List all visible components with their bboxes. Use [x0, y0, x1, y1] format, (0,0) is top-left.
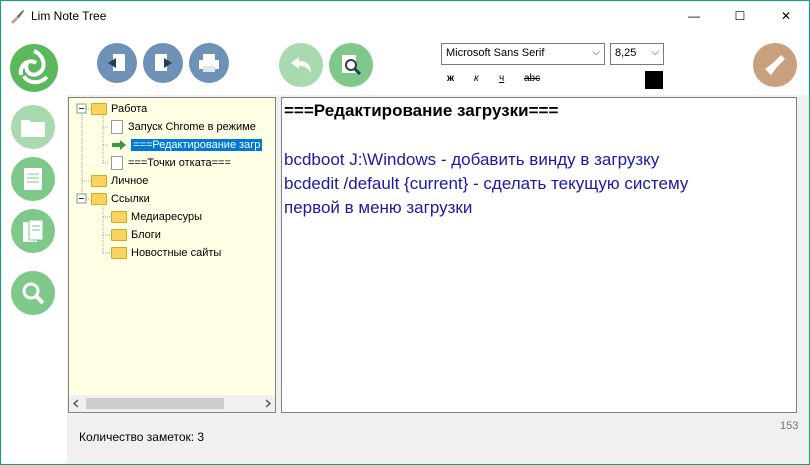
- editor-vertical-scrollbar[interactable]: [782, 98, 796, 412]
- notepad-icon: [24, 168, 42, 190]
- note-tree[interactable]: Работа Запуск Chrome в режиме ===Редакти…: [68, 97, 276, 413]
- scrollbar-thumb[interactable]: [86, 398, 224, 409]
- font-family-select[interactable]: Microsoft Sans Serif ⌵: [441, 43, 605, 65]
- editor-line: bcdboot J:\Windows - добавить винду в за…: [284, 150, 660, 169]
- tree-item-news[interactable]: Новостные сайты: [111, 244, 221, 262]
- tree-item-blogs[interactable]: Блоги: [111, 226, 161, 244]
- search-icon: [22, 282, 45, 305]
- left-sidebar: [1, 31, 67, 464]
- notes-list-button[interactable]: [11, 209, 55, 253]
- tree-item-work[interactable]: Работа: [91, 100, 147, 118]
- note-icon: [111, 120, 123, 134]
- font-size-select[interactable]: 8,25 ⌵: [610, 43, 664, 65]
- text-color-button[interactable]: [645, 71, 663, 89]
- import-icon: [108, 54, 125, 71]
- folder-nav-button[interactable]: [11, 105, 55, 149]
- tree-item-links[interactable]: Ссылки: [91, 190, 150, 208]
- folder-icon: [91, 103, 107, 115]
- export-icon: [155, 54, 172, 71]
- folder-icon: [111, 247, 127, 259]
- tree-item-label: Блоги: [131, 229, 161, 241]
- folder-icon: [91, 175, 107, 187]
- notes-stack-icon: [23, 219, 44, 242]
- tree-item-note[interactable]: Запуск Chrome в режиме: [111, 118, 256, 136]
- font-family-value: Microsoft Sans Serif: [446, 47, 545, 59]
- note-editor[interactable]: ===Редактирование загрузки=== bcdboot J:…: [281, 97, 797, 413]
- undo-button[interactable]: [279, 43, 323, 87]
- tree-item-note-selected[interactable]: ===Редактирование загр: [111, 136, 263, 154]
- note-nav-button[interactable]: [11, 157, 55, 201]
- bold-button[interactable]: ж: [447, 73, 454, 84]
- close-button[interactable]: ✕: [763, 1, 809, 31]
- maximize-icon: ☐: [734, 9, 746, 23]
- main-content: Microsoft Sans Serif ⌵ 8,25 ⌵ ж к ч abc: [1, 31, 809, 464]
- broom-icon: [11, 10, 24, 24]
- tree-item-media[interactable]: Медиаресуры: [111, 208, 202, 226]
- arrow-right-icon: [112, 140, 126, 150]
- printer-icon: [199, 54, 219, 72]
- minimize-icon: —: [688, 9, 700, 23]
- folder-icon: [111, 211, 127, 223]
- editor-line: bcdedit /default {current} - сделать тек…: [284, 174, 689, 193]
- search-nav-button[interactable]: [11, 271, 55, 315]
- undo-icon: [291, 57, 311, 73]
- tree-item-label: Работа: [111, 103, 148, 115]
- title-bar: Lim Note Tree — ☐ ✕: [1, 1, 809, 31]
- tree-item-label: Медиаресуры: [131, 211, 202, 223]
- chevron-down-icon: ⌵: [651, 47, 659, 58]
- editor-heading: ===Редактирование загрузки===: [284, 101, 559, 120]
- import-button[interactable]: [97, 43, 137, 83]
- toolbar: Microsoft Sans Serif ⌵ 8,25 ⌵ ж к ч abc: [67, 31, 809, 95]
- export-button[interactable]: [143, 43, 183, 83]
- maximize-button[interactable]: ☐: [717, 1, 763, 31]
- folder-icon: [91, 193, 107, 205]
- tree-item-label: Ссылки: [111, 193, 150, 205]
- tree-item-label: Запуск Chrome в режиме: [128, 121, 256, 133]
- broom-icon: [765, 55, 785, 75]
- underline-button[interactable]: ч: [499, 73, 504, 84]
- tree-item-label: Личное: [111, 175, 149, 187]
- tree-item-label: Новостные сайты: [131, 247, 222, 259]
- close-icon: ✕: [780, 9, 792, 23]
- tree-horizontal-scrollbar[interactable]: [69, 395, 275, 412]
- folder-icon: [21, 120, 45, 137]
- app-logo-icon: [10, 44, 58, 92]
- find-button[interactable]: [329, 43, 373, 87]
- chevron-down-icon: ⌵: [592, 47, 600, 58]
- scroll-right-icon: [265, 399, 272, 408]
- editor-line: первой в меню загрузки: [284, 198, 473, 217]
- char-count-label: 153: [780, 420, 799, 432]
- folder-icon: [111, 229, 127, 241]
- tree-item-note[interactable]: ===Точки отката===: [111, 154, 231, 172]
- find-in-note-icon: [342, 55, 362, 76]
- tree-item-personal[interactable]: Личное: [91, 172, 148, 190]
- font-size-value: 8,25: [615, 47, 637, 59]
- minimize-button[interactable]: —: [671, 1, 717, 31]
- scroll-left-icon: [72, 399, 79, 408]
- note-count-label: Количество заметок: 3: [79, 430, 205, 444]
- tree-item-label: ===Редактирование загр: [131, 139, 263, 151]
- italic-button[interactable]: к: [474, 73, 479, 84]
- app-window: Lim Note Tree — ☐ ✕ Microsoft Sans Serif…: [0, 0, 810, 465]
- window-title: Lim Note Tree: [31, 9, 107, 23]
- print-button[interactable]: [189, 43, 229, 83]
- strikethrough-button[interactable]: abc: [524, 73, 540, 84]
- tree-item-label: ===Точки отката===: [128, 157, 231, 169]
- clean-button[interactable]: [753, 43, 797, 87]
- note-icon: [111, 156, 123, 170]
